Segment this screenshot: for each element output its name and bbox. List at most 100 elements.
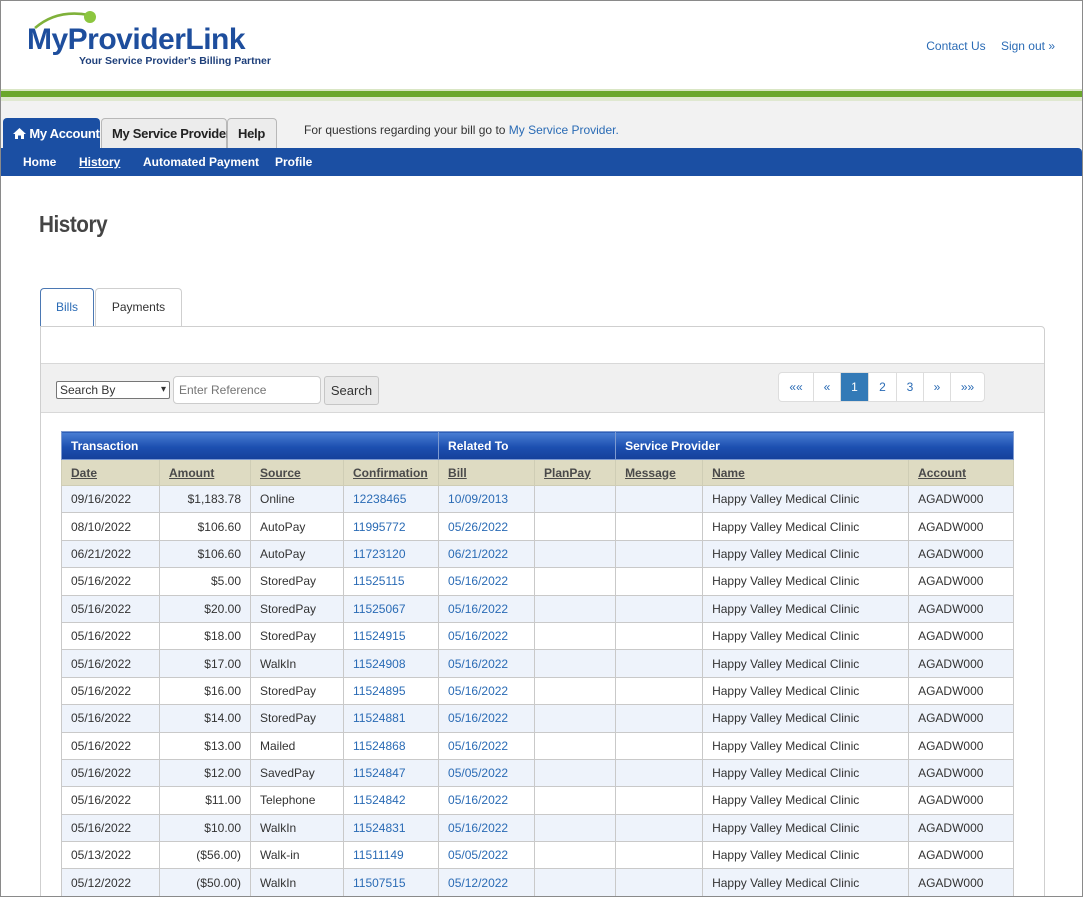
tab-bills[interactable]: Bills — [40, 288, 94, 327]
cell-confirmation-link[interactable]: 11507515 — [342, 868, 440, 896]
cell-confirmation-link[interactable]: 11524842 — [342, 786, 440, 815]
cell-planpay — [534, 649, 617, 678]
table-row[interactable]: 05/16/2022 $11.00 Telephone 11524842 05/16/2… — [61, 786, 1015, 815]
cell-source: StoredPay — [250, 621, 344, 651]
cell-confirmation-link[interactable]: 11524895 — [342, 676, 440, 706]
table-row[interactable]: 05/16/2022 $20.00 StoredPay 11525067 05/16/2… — [61, 594, 1015, 623]
nav-history[interactable]: History — [79, 155, 120, 169]
cell-message — [615, 594, 704, 623]
table-row[interactable]: 05/16/2022 $12.00 SavedPay 11524847 05/05/20… — [61, 758, 1015, 788]
cell-bill-link[interactable]: 05/16/2022 — [438, 731, 536, 760]
pager-page-1[interactable]: 1 — [841, 373, 869, 401]
sign-out-link[interactable]: Sign out » — [1001, 39, 1055, 53]
col-account[interactable]: Account — [908, 459, 1015, 486]
table-row[interactable]: 05/16/2022 $14.00 StoredPay 11524881 05/16/2… — [61, 704, 1015, 733]
table-row[interactable]: 09/16/2022 $1,183.78 Online 12238465 10/09/2… — [61, 484, 1015, 514]
table-row[interactable]: 05/16/2022 $17.00 WalkIn 11524908 05/16/2022… — [61, 649, 1015, 678]
tab-my-account[interactable]: My Account — [3, 118, 100, 148]
col-source[interactable]: Source — [250, 459, 344, 486]
cell-planpay — [534, 621, 617, 651]
cell-amount: $13.00 — [159, 731, 251, 760]
search-button[interactable]: Search — [324, 376, 379, 405]
cell-bill-link[interactable]: 05/05/2022 — [438, 758, 536, 788]
cell-confirmation-link[interactable]: 11524831 — [342, 813, 440, 843]
pager-page-2[interactable]: 2 — [869, 373, 897, 401]
col-amount[interactable]: Amount — [159, 459, 251, 486]
history-table: Transaction Related To Service Provider … — [60, 431, 1015, 896]
tab-note: For questions regarding your bill go to … — [304, 123, 619, 137]
cell-bill-link[interactable]: 06/21/2022 — [438, 539, 536, 569]
cell-bill-link[interactable]: 05/16/2022 — [438, 704, 536, 733]
cell-account: AGADW000 — [908, 512, 1015, 541]
tab-my-account-label: My Account — [29, 126, 100, 141]
col-confirmation[interactable]: Confirmation — [342, 459, 440, 486]
cell-confirmation-link[interactable]: 12238465 — [342, 484, 440, 514]
cell-account: AGADW000 — [908, 594, 1015, 623]
cell-bill-link[interactable]: 05/16/2022 — [438, 676, 536, 706]
cell-confirmation-link[interactable]: 11524847 — [342, 758, 440, 788]
table-row[interactable]: 05/12/2022 ($50.00) WalkIn 11507515 05/12/20… — [61, 868, 1015, 896]
pager-page-3[interactable]: 3 — [897, 373, 924, 401]
table-row[interactable]: 05/16/2022 $10.00 WalkIn 11524831 05/16/2022… — [61, 813, 1015, 843]
cell-source: StoredPay — [250, 704, 344, 733]
col-bill[interactable]: Bill — [438, 459, 536, 486]
pager-next[interactable]: » — [924, 373, 951, 401]
nav-profile[interactable]: Profile — [275, 155, 312, 169]
cell-planpay — [534, 704, 617, 733]
pager-prev[interactable]: « — [814, 373, 841, 401]
cell-planpay — [534, 841, 617, 870]
cell-bill-link[interactable]: 05/26/2022 — [438, 512, 536, 541]
table-row[interactable]: 05/16/2022 $18.00 StoredPay 11524915 05/16/2… — [61, 621, 1015, 651]
cell-message — [615, 676, 704, 706]
cell-confirmation-link[interactable]: 11524868 — [342, 731, 440, 760]
logo[interactable]: MyProviderLink Your Service Provider's B… — [27, 7, 287, 71]
tab-my-service-provider[interactable]: My Service Provider — [101, 118, 231, 148]
cell-confirmation-link[interactable]: 11524908 — [342, 649, 440, 678]
table-row[interactable]: 05/13/2022 ($56.00) Walk-in 11511149 05/05/2… — [61, 841, 1015, 870]
cell-confirmation-link[interactable]: 11723120 — [342, 539, 440, 569]
cell-confirmation-link[interactable]: 11525067 — [342, 594, 440, 623]
cell-bill-link[interactable]: 05/16/2022 — [438, 786, 536, 815]
table-row[interactable]: 05/16/2022 $13.00 Mailed 11524868 05/16/2022… — [61, 731, 1015, 760]
cell-account: AGADW000 — [908, 868, 1015, 896]
cell-date: 05/12/2022 — [61, 868, 160, 896]
cell-bill-link[interactable]: 05/16/2022 — [438, 621, 536, 651]
tab-payments[interactable]: Payments — [95, 288, 182, 326]
col-name[interactable]: Name — [702, 459, 910, 486]
table-row[interactable]: 06/21/2022 $106.60 AutoPay 11723120 06/21/20… — [61, 539, 1015, 569]
cell-bill-link[interactable]: 05/16/2022 — [438, 594, 536, 623]
cell-confirmation-link[interactable]: 11511149 — [342, 841, 440, 870]
table-row[interactable]: 05/16/2022 $16.00 StoredPay 11524895 05/16/2… — [61, 676, 1015, 706]
cell-amount: $18.00 — [159, 621, 251, 651]
cell-confirmation-link[interactable]: 11995772 — [342, 512, 440, 541]
cell-bill-link[interactable]: 05/16/2022 — [438, 567, 536, 596]
cell-bill-link[interactable]: 05/05/2022 — [438, 841, 536, 870]
table-row[interactable]: 05/16/2022 $5.00 StoredPay 11525115 05/16/20… — [61, 567, 1015, 596]
cell-message — [615, 649, 704, 678]
cell-name: Happy Valley Medical Clinic — [702, 758, 910, 788]
pagination: «« « 1 2 3 » »» — [778, 372, 985, 402]
cell-confirmation-link[interactable]: 11524915 — [342, 621, 440, 651]
nav-automated-payment[interactable]: Automated Payment — [143, 155, 259, 169]
cell-bill-link[interactable]: 05/16/2022 — [438, 813, 536, 843]
col-message[interactable]: Message — [615, 459, 704, 486]
contact-us-link[interactable]: Contact Us — [926, 39, 985, 53]
reference-input[interactable] — [173, 376, 321, 404]
col-planpay[interactable]: PlanPay — [534, 459, 617, 486]
search-by-select[interactable]: Search By ▾ — [56, 381, 170, 399]
cell-source: WalkIn — [250, 813, 344, 843]
my-service-provider-link[interactable]: My Service Provider. — [509, 123, 619, 137]
tab-help[interactable]: Help — [227, 118, 277, 148]
table-row[interactable]: 08/10/2022 $106.60 AutoPay 11995772 05/26/20… — [61, 512, 1015, 541]
col-date[interactable]: Date — [61, 459, 160, 486]
pager-last[interactable]: »» — [951, 373, 984, 401]
cell-bill-link[interactable]: 10/09/2013 — [438, 484, 536, 514]
cell-message — [615, 731, 704, 760]
cell-confirmation-link[interactable]: 11524881 — [342, 704, 440, 733]
pager-first[interactable]: «« — [779, 373, 814, 401]
cell-bill-link[interactable]: 05/12/2022 — [438, 868, 536, 896]
nav-home[interactable]: Home — [23, 155, 56, 169]
logo-wordmark: MyProviderLink — [27, 23, 246, 56]
cell-confirmation-link[interactable]: 11525115 — [342, 567, 440, 596]
cell-bill-link[interactable]: 05/16/2022 — [438, 649, 536, 678]
